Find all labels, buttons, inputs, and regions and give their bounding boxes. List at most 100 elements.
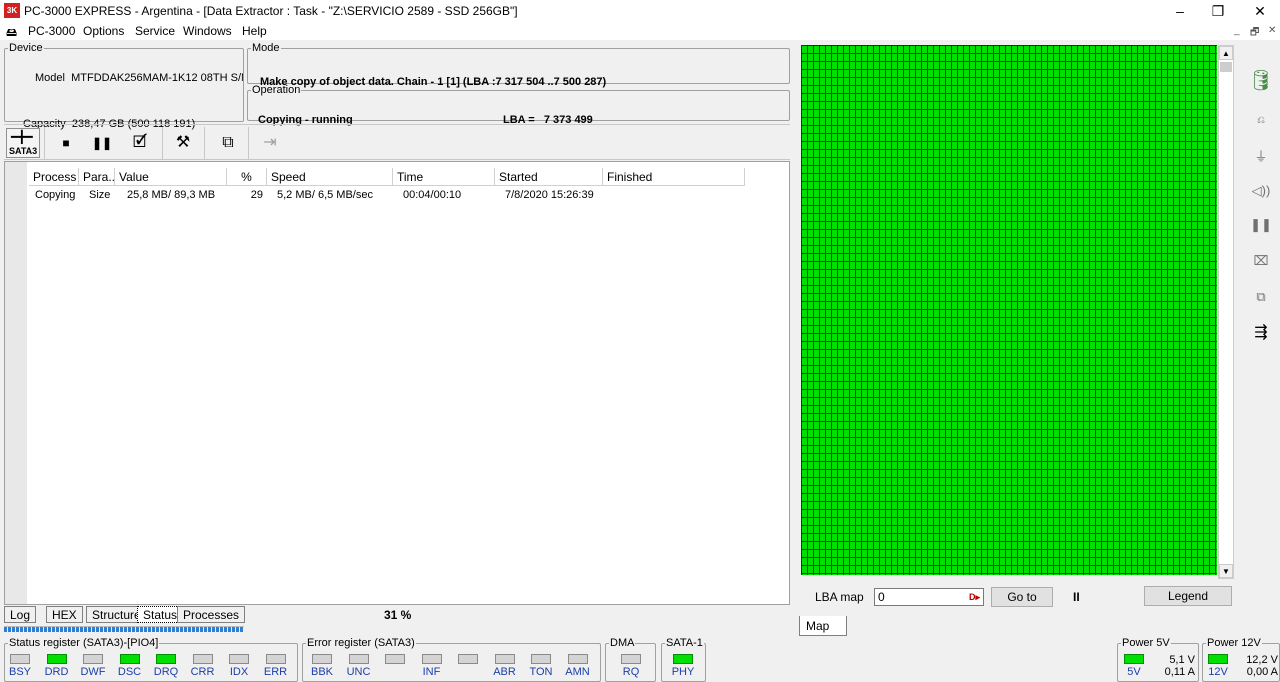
map-scrollbar[interactable]: ▲ ▼	[1218, 45, 1234, 579]
mdi-close-button[interactable]: ✕	[1268, 25, 1276, 36]
mdi-restore-button[interactable]: 🗗	[1250, 25, 1259, 42]
tab-hex[interactable]: HEX	[46, 606, 83, 623]
menu-pc3000[interactable]: PC-3000	[28, 24, 75, 38]
map-pause-button[interactable]: II	[1073, 590, 1080, 604]
led-crr	[192, 654, 213, 664]
app-menu-icon[interactable]: 🖴	[6, 24, 22, 39]
operation-group: Operation Copying - running LBA = 7 373 …	[247, 84, 790, 126]
led-5v	[1124, 654, 1144, 664]
led-label-dsc: DSC	[117, 666, 142, 678]
col-header-time[interactable]: Time	[393, 168, 495, 186]
power5v-current: 0,11 A	[1164, 666, 1195, 678]
led-ton	[531, 654, 551, 664]
led-reserved	[458, 654, 478, 664]
led-label-err: ERR	[263, 666, 288, 678]
power12v-voltage: 12,2 V	[1246, 654, 1278, 666]
mdi-minimize-button[interactable]: _	[1234, 25, 1240, 36]
led-phy	[673, 654, 693, 664]
scroll-thumb[interactable]	[1220, 62, 1232, 72]
edit-task-icon[interactable]: 🗹	[126, 129, 154, 157]
led-unc	[348, 654, 369, 664]
led-label-abr: ABR	[493, 666, 516, 678]
menu-windows[interactable]: Windows	[183, 24, 232, 38]
sata-connector-side-icon[interactable]: ⇶	[1248, 320, 1274, 346]
lba-unit-icon[interactable]: D▸	[969, 592, 980, 603]
model-value: MTFDDAK256MAM-1K12 08TH S/N:1	[71, 72, 243, 84]
led-drd	[46, 654, 67, 664]
led-abr	[494, 654, 515, 664]
status-register-bits: BSY DRD DWF DSC DRQ CRR IDX ERR	[4, 640, 298, 680]
power5v-panel: 5V 5,1 V 0,11 A	[1117, 640, 1199, 680]
lba-map-grid[interactable]	[801, 45, 1217, 575]
scroll-down-icon[interactable]: ▼	[1219, 564, 1233, 578]
led-12v	[1208, 654, 1228, 664]
cell-param: Size	[89, 189, 111, 201]
col-header-percent[interactable]: %	[227, 168, 267, 186]
menu-service[interactable]: Service	[135, 24, 175, 38]
led-label-12v: 12V	[1208, 666, 1228, 678]
tools-icon[interactable]: ⚒	[169, 129, 197, 157]
led-label-amn: AMN	[565, 666, 590, 678]
cell-started: 7/8/2020 15:26:39	[505, 189, 594, 201]
cell-finished	[609, 188, 745, 204]
minimize-button[interactable]: –	[1160, 0, 1200, 22]
power-plug-icon[interactable]: ⏚	[1248, 144, 1274, 170]
copy-delete-icon[interactable]: ⧉	[1248, 284, 1274, 310]
cell-speed: 5,2 MB/ 6,5 MB/sec	[277, 189, 373, 201]
toolbar: ━╋━ SATA3 ■ ❚❚ 🗹 ⚒ ⧉ ⇥	[4, 124, 790, 160]
led-label-unc: UNC	[346, 666, 371, 678]
led-idx	[229, 654, 249, 664]
col-header-speed[interactable]: Speed	[267, 168, 393, 186]
led-reserved	[385, 654, 405, 664]
lba-map-controls: LBA map D▸ Go to II Legend	[801, 582, 1233, 612]
col-header-finished[interactable]: Finished	[603, 168, 745, 186]
right-toolbar: 🛢 ⎌ ⏚ ◁)) ❚❚ ⌧ ⧉ ⇶	[1240, 62, 1280, 362]
menu-help[interactable]: Help	[242, 24, 267, 38]
model-label: Model	[35, 72, 65, 84]
export-icon[interactable]: ⇥	[256, 129, 284, 157]
goto-button[interactable]: Go to	[991, 587, 1053, 607]
dma-bits: RQ	[605, 640, 656, 680]
mode-group: Mode Make copy of object data. Chain - 1…	[247, 42, 790, 88]
col-header-started[interactable]: Started	[495, 168, 603, 186]
power12v-current: 0,00 A	[1246, 666, 1278, 678]
menu-options[interactable]: Options	[83, 24, 124, 38]
col-header-process[interactable]: Process	[29, 168, 79, 186]
led-label-phy: PHY	[671, 666, 695, 678]
sata-port-button[interactable]: ━╋━ SATA3	[6, 128, 40, 158]
led-label-drq: DRQ	[153, 666, 179, 678]
lba-input[interactable]	[874, 588, 984, 606]
tab-map[interactable]: Map	[799, 616, 847, 636]
tab-processes[interactable]: Processes	[177, 606, 246, 623]
cell-value: 25,8 MB/ 89,3 MB	[127, 189, 216, 201]
power12v-panel: 12V 12,2 V 0,00 A	[1202, 640, 1280, 680]
led-label-5v: 5V	[1127, 666, 1141, 678]
table-row[interactable]: Copying Size 25,8 MB/ 89,3 MB 29 5,2 MB/…	[29, 188, 745, 204]
lba-map-label: LBA map	[815, 590, 864, 604]
copy-icon[interactable]: ⧉	[214, 129, 242, 157]
maximize-button[interactable]: ❐	[1198, 0, 1238, 22]
pause-icon[interactable]: ❚❚	[88, 129, 116, 157]
led-dsc	[119, 654, 140, 664]
cell-time: 00:04/00:10	[403, 189, 462, 201]
pause-small-icon[interactable]: ❚❚	[1248, 212, 1274, 238]
speaker-icon[interactable]: ◁))	[1248, 178, 1274, 204]
col-header-param[interactable]: Para...	[79, 168, 115, 186]
col-header-value[interactable]: Value	[115, 168, 227, 186]
cell-percent: 29	[250, 189, 263, 201]
legend-button[interactable]: Legend	[1144, 586, 1232, 606]
database-icon[interactable]: 🛢	[1248, 68, 1274, 94]
led-label-drd: DRD	[44, 666, 69, 678]
led-label-inf: INF	[422, 666, 441, 678]
tab-log[interactable]: Log	[4, 606, 37, 623]
led-label-idx: IDX	[229, 666, 249, 678]
title-bar: 3K PC-3000 EXPRESS - Argentina - [Data E…	[0, 0, 1280, 22]
sata-connector-icon: ━╋━	[11, 130, 33, 144]
bottom-tabs: Log HEX Structure Status Processes 31 %	[4, 606, 790, 624]
close-button[interactable]: ✕	[1240, 0, 1280, 22]
sectors-icon[interactable]: ⌧	[1248, 248, 1274, 274]
process-grid: Process Para... Value % Speed Time Start…	[4, 161, 790, 605]
stop-icon[interactable]: ■	[52, 129, 80, 157]
reset-icon[interactable]: ⎌	[1248, 108, 1274, 134]
scroll-up-icon[interactable]: ▲	[1219, 46, 1233, 60]
